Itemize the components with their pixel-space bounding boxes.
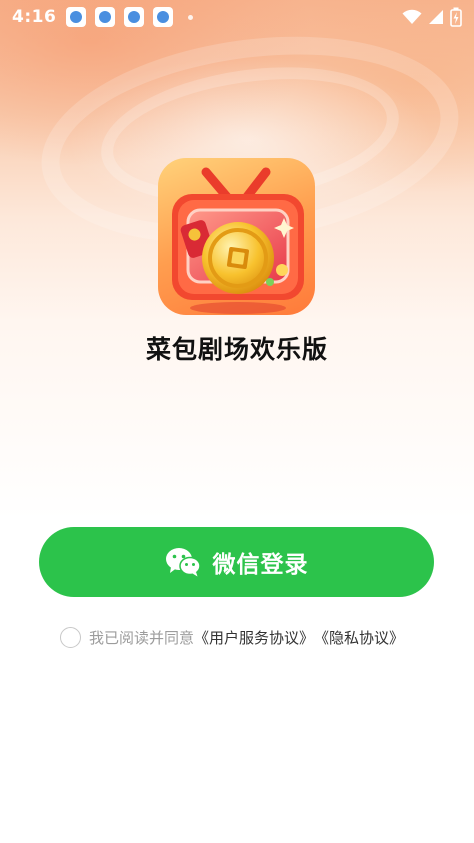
notification-app-icon: [95, 7, 116, 27]
notification-app-icon: [124, 7, 145, 27]
notification-app-icon: [153, 7, 174, 27]
cellular-signal-icon: [429, 10, 443, 24]
more-notifications-dot: [188, 14, 194, 20]
tv-coin-app-icon: [158, 158, 315, 315]
status-time: 4:16: [12, 7, 57, 27]
wifi-icon: [402, 9, 422, 24]
privacy-policy-link[interactable]: 《隐私协议》: [314, 627, 404, 648]
status-icons: [402, 7, 462, 27]
status-bar: 4:16: [0, 0, 474, 34]
app-name: 菜包剧场欢乐版: [145, 335, 328, 364]
user-agreement-link[interactable]: 《用户服务协议》: [194, 627, 314, 648]
agreement-checkbox[interactable]: [60, 626, 81, 648]
wechat-icon: [165, 548, 201, 577]
wechat-login-button[interactable]: 微信登录: [39, 527, 434, 597]
agreement-text: 我已阅读并同意: [89, 628, 195, 647]
login-button-label: 微信登录: [212, 552, 309, 578]
notification-app-icon: [66, 7, 87, 27]
agreement-row: 我已阅读并同意 《用户服务协议》 《隐私协议》: [60, 625, 404, 649]
battery-charging-icon: [450, 7, 462, 27]
